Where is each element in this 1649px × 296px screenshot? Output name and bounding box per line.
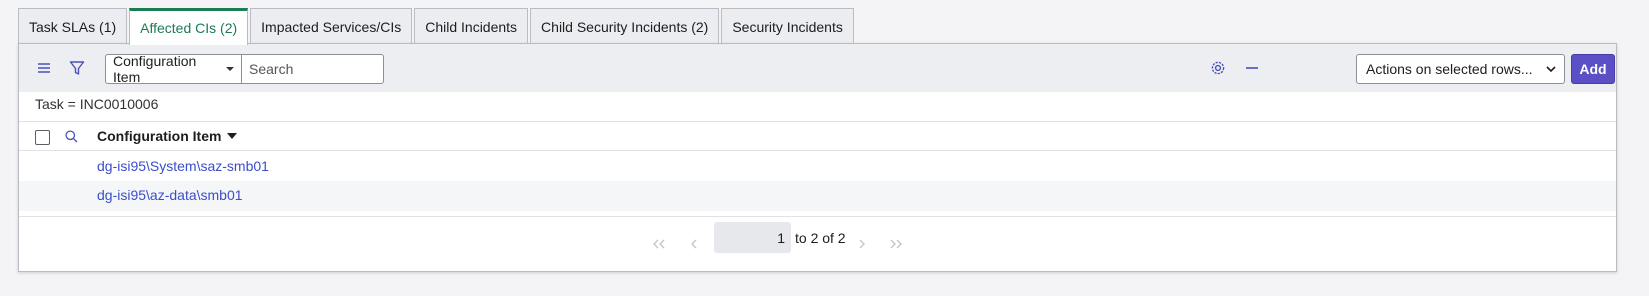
page-info: to 2 of 2 — [795, 230, 846, 246]
tab-child-incidents[interactable]: Child Incidents — [414, 8, 529, 44]
next-page-icon[interactable] — [853, 237, 871, 251]
field-select-value: Configuration Item — [113, 53, 197, 85]
column-header-configuration-item[interactable]: Configuration Item — [97, 128, 238, 144]
field-select[interactable]: Configuration Item — [105, 53, 242, 85]
gear-icon[interactable] — [1208, 58, 1228, 78]
tab-affected-cis[interactable]: Affected CIs (2) — [129, 8, 249, 45]
tab-child-security-incidents[interactable]: Child Security Incidents (2) — [530, 8, 720, 44]
list-toolbar: Configuration Item Actions on selected r… — [19, 44, 1616, 92]
table-row: dg-isi95\az-data\smb01 — [19, 181, 1616, 211]
configuration-item-link[interactable]: dg-isi95\System\saz-smb01 — [97, 158, 269, 174]
hamburger-menu-icon[interactable] — [34, 58, 54, 78]
tab-security-incidents[interactable]: Security Incidents — [721, 8, 854, 44]
pagination-bar: to 2 of 2 — [19, 216, 1616, 273]
column-header-label: Configuration Item — [97, 128, 222, 144]
tab-task-slas[interactable]: Task SLAs (1) — [18, 8, 128, 44]
table-row: dg-isi95\System\saz-smb01 — [19, 152, 1616, 182]
chevron-down-icon — [1546, 66, 1556, 73]
related-list-panel: Configuration Item Actions on selected r… — [18, 43, 1617, 272]
sort-down-icon — [227, 133, 238, 139]
collapse-minus-icon[interactable] — [1242, 58, 1262, 78]
last-page-icon[interactable] — [887, 237, 905, 251]
tab-impacted-services[interactable]: Impacted Services/CIs — [250, 8, 413, 44]
configuration-item-link[interactable]: dg-isi95\az-data\smb01 — [97, 187, 243, 203]
search-input[interactable] — [241, 54, 384, 84]
add-button[interactable]: Add — [1571, 54, 1615, 84]
table-header: Configuration Item — [19, 121, 1616, 151]
related-list-tabs: Task SLAs (1) Affected CIs (2) Impacted … — [18, 8, 856, 45]
filter-icon[interactable] — [67, 58, 87, 78]
actions-select[interactable]: Actions on selected rows... — [1356, 54, 1565, 84]
page-number-input[interactable] — [714, 222, 791, 253]
first-page-icon[interactable] — [650, 237, 668, 251]
select-all-checkbox[interactable] — [35, 130, 50, 145]
filter-breadcrumb[interactable]: Task = INC0010006 — [35, 96, 158, 112]
actions-select-value: Actions on selected rows... — [1366, 61, 1533, 77]
caret-down-icon — [226, 67, 234, 71]
search-icon[interactable] — [65, 130, 78, 146]
previous-page-icon[interactable] — [685, 237, 703, 251]
